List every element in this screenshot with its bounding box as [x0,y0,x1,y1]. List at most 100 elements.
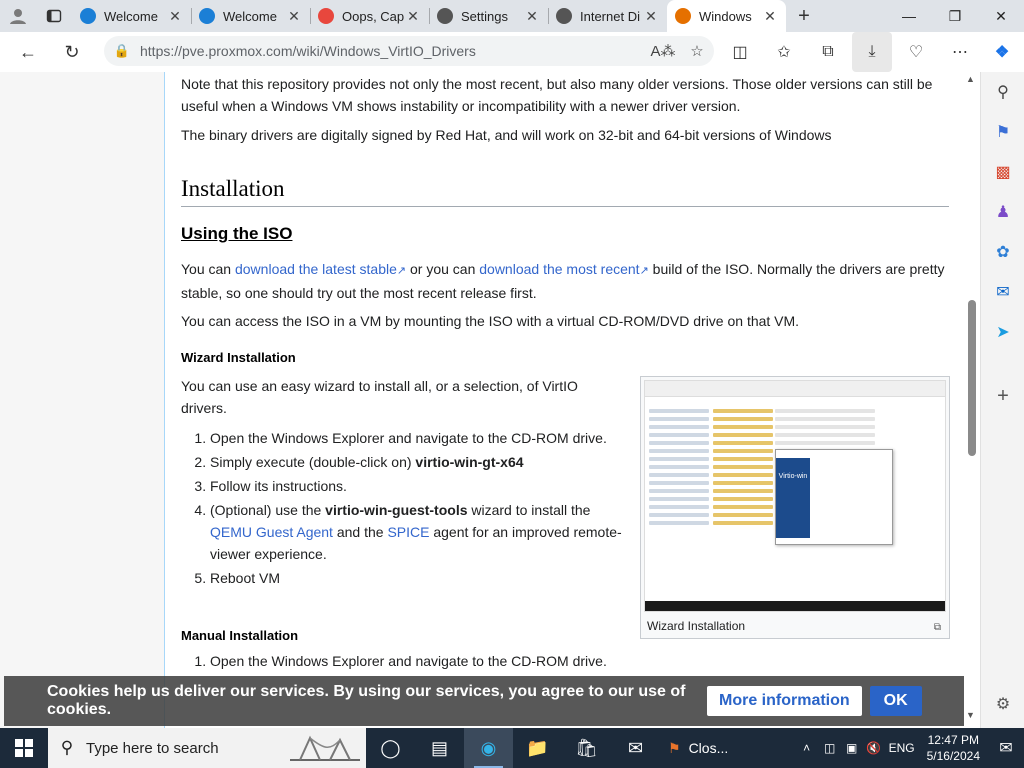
browser-tab[interactable]: Windows ✕ [667,0,786,32]
maximize-button[interactable]: ❐ [932,0,978,32]
tab-title: Windows [699,8,752,24]
tab-strip: Welcome ✕ Welcome ✕ Oops, Cap ✕ Settings ✕ Inter… [0,0,1024,32]
close-window-button[interactable]: ✕ [978,0,1024,32]
minimize-button[interactable]: — [886,0,932,32]
more-information-button[interactable]: More information [707,686,862,716]
paragraph-download-iso: You can download the latest stable↗ or y… [181,261,945,301]
more-menu-icon[interactable]: ⋯ [940,32,980,72]
tab-title: Internet Di [580,8,640,24]
favorite-star-icon[interactable]: ☆ [680,42,714,60]
paragraph-signed-drivers: The binary drivers are digitally signed … [181,127,832,143]
new-tab-button[interactable]: + [786,0,822,32]
alert-app-icon: ⚑ [668,739,681,756]
article-body: Note that this repository provides not o… [164,72,964,728]
browser-tab[interactable]: Welcome ✕ [191,0,310,32]
search-highlight-image [290,735,360,761]
close-tab-icon[interactable]: ✕ [524,8,540,25]
edge-icon [199,8,215,24]
browser-tab[interactable]: Settings ✕ [429,0,548,32]
refresh-button[interactable]: ↻ [52,32,92,72]
taskbar-mail-icon[interactable]: ✉ [611,728,660,768]
taskbar-notification-app[interactable]: ⚑ Clos... [660,728,748,768]
link-download-latest-stable[interactable]: download the latest stable [235,261,397,277]
link-qemu-guest-agent[interactable]: QEMU Guest Agent [210,524,333,540]
taskbar-file-explorer-icon[interactable]: 📁 [513,728,562,768]
outlook-icon[interactable]: ✉ [991,280,1015,304]
paragraph-wizard-intro: You can use an easy wizard to install al… [181,378,578,416]
vertical-scrollbar[interactable]: ▲ ▼ [964,72,980,728]
link-spice[interactable]: SPICE [387,524,429,540]
paragraph-mount-iso: You can access the ISO in a VM by mounti… [181,313,800,329]
tab-title: Welcome [104,8,158,24]
split-screen-icon[interactable]: ◫ [720,32,760,72]
display-icon[interactable]: ▣ [841,741,863,755]
tab-actions-icon[interactable] [36,0,72,32]
downloads-icon[interactable]: ⤓ [852,32,892,72]
heading-using-iso: Using the ISO [181,224,293,243]
page-icon [556,8,572,24]
read-aloud-icon[interactable]: A⁂ [646,42,680,60]
add-sidebar-app-icon[interactable]: + [991,384,1015,408]
browser-tab[interactable]: Welcome ✕ [72,0,191,32]
link-download-most-recent[interactable]: download the most recent [479,261,639,277]
clock[interactable]: 12:47 PM 5/16/2024 [919,732,988,764]
close-tab-icon[interactable]: ✕ [286,8,302,25]
tab-title: Welcome [223,8,277,24]
browser-tab[interactable]: Oops, Cap ✕ [310,0,429,32]
back-button[interactable]: ← [8,32,48,72]
telegram-icon[interactable]: ➤ [991,320,1015,344]
scroll-down-arrow-icon[interactable]: ▼ [966,710,975,720]
tools-icon[interactable]: ▩ [991,160,1015,184]
profile-icon[interactable] [0,0,36,32]
ok-button[interactable]: OK [869,686,922,716]
collections-icon[interactable]: ⧉ [808,32,848,72]
scrollbar-thumb[interactable] [968,300,976,456]
edge-sidebar: ⚲ ⚑ ▩ ♟ ✿ ✉ ➤ + ⚙ [980,72,1024,728]
start-button[interactable] [0,728,48,768]
close-tab-icon[interactable]: ✕ [405,8,421,25]
copilot-icon[interactable]: ❖ [982,32,1022,72]
language-indicator[interactable]: ENG [885,741,919,755]
browser-tab[interactable]: Internet Di ✕ [548,0,667,32]
taskbar-search-box[interactable]: ⚲ Type here to search [48,728,366,768]
scroll-up-arrow-icon[interactable]: ▲ [966,74,975,84]
cookie-message: Cookies help us deliver our services. By… [47,683,686,718]
close-tab-icon[interactable]: ✕ [167,8,183,25]
show-hidden-icons-chevron-icon[interactable]: ˄ [795,741,819,755]
wizard-screenshot-image[interactable]: Virtio-win [644,380,946,612]
url-text: https://pve.proxmox.com/wiki/Windows_Vir… [140,43,476,59]
yandex-icon [318,8,334,24]
external-link-icon: ↗ [639,265,649,277]
toolbar: ← ↻ 🔒 https://pve.proxmox.com/wiki/Windo… [0,32,1024,72]
cookie-banner: Cookies help us deliver our services. By… [4,676,964,726]
list-item: Open the Windows Explorer and navigate t… [210,427,630,449]
close-tab-icon[interactable]: ✕ [643,8,659,25]
list-item: Follow its instructions. [210,475,630,497]
games-icon[interactable]: ♟ [991,200,1015,224]
address-bar[interactable]: 🔒 https://pve.proxmox.com/wiki/Windows_V… [104,36,714,66]
browser-essentials-icon[interactable]: ♡ [896,32,936,72]
office-icon[interactable]: ✿ [991,240,1015,264]
search-icon: ⚲ [60,738,74,757]
network-icon[interactable]: ◫ [819,741,841,755]
notifications-icon[interactable]: ✉ [988,738,1024,758]
manual-steps-list: Open the Windows Explorer and navigate t… [210,650,630,674]
list-item: Open the Windows Explorer and navigate t… [210,650,630,672]
external-link-icon: ↗ [396,265,407,277]
taskbar-store-icon[interactable]: 🛍 [562,728,611,768]
taskbar-edge-icon[interactable]: ◉ [464,728,513,768]
close-tab-icon[interactable]: ✕ [762,8,778,25]
widgets-icon[interactable]: ▤ [415,728,464,768]
lock-icon[interactable]: 🔒 [104,43,140,59]
volume-muted-icon[interactable]: 🔇 [863,741,885,755]
task-view-icon[interactable]: ◯ [366,728,415,768]
enlarge-icon[interactable]: ⧉ [934,617,941,639]
heading-wizard-installation: Wizard Installation [181,350,296,365]
search-icon[interactable]: ⚲ [991,80,1015,104]
shopping-tag-icon[interactable]: ⚑ [991,120,1015,144]
favorites-icon[interactable]: ✩ [764,32,804,72]
sidebar-settings-gear-icon[interactable]: ⚙ [991,692,1015,716]
system-tray: ˄ ◫ ▣ 🔇 ENG 12:47 PM 5/16/2024 ✉ [795,728,1024,768]
windows-taskbar: ⚲ Type here to search ◯ ▤ ◉ 📁 🛍 ✉ ⚑ Clos.… [0,728,1024,768]
list-item: (Optional) use the virtio-win-guest-tool… [210,499,630,565]
